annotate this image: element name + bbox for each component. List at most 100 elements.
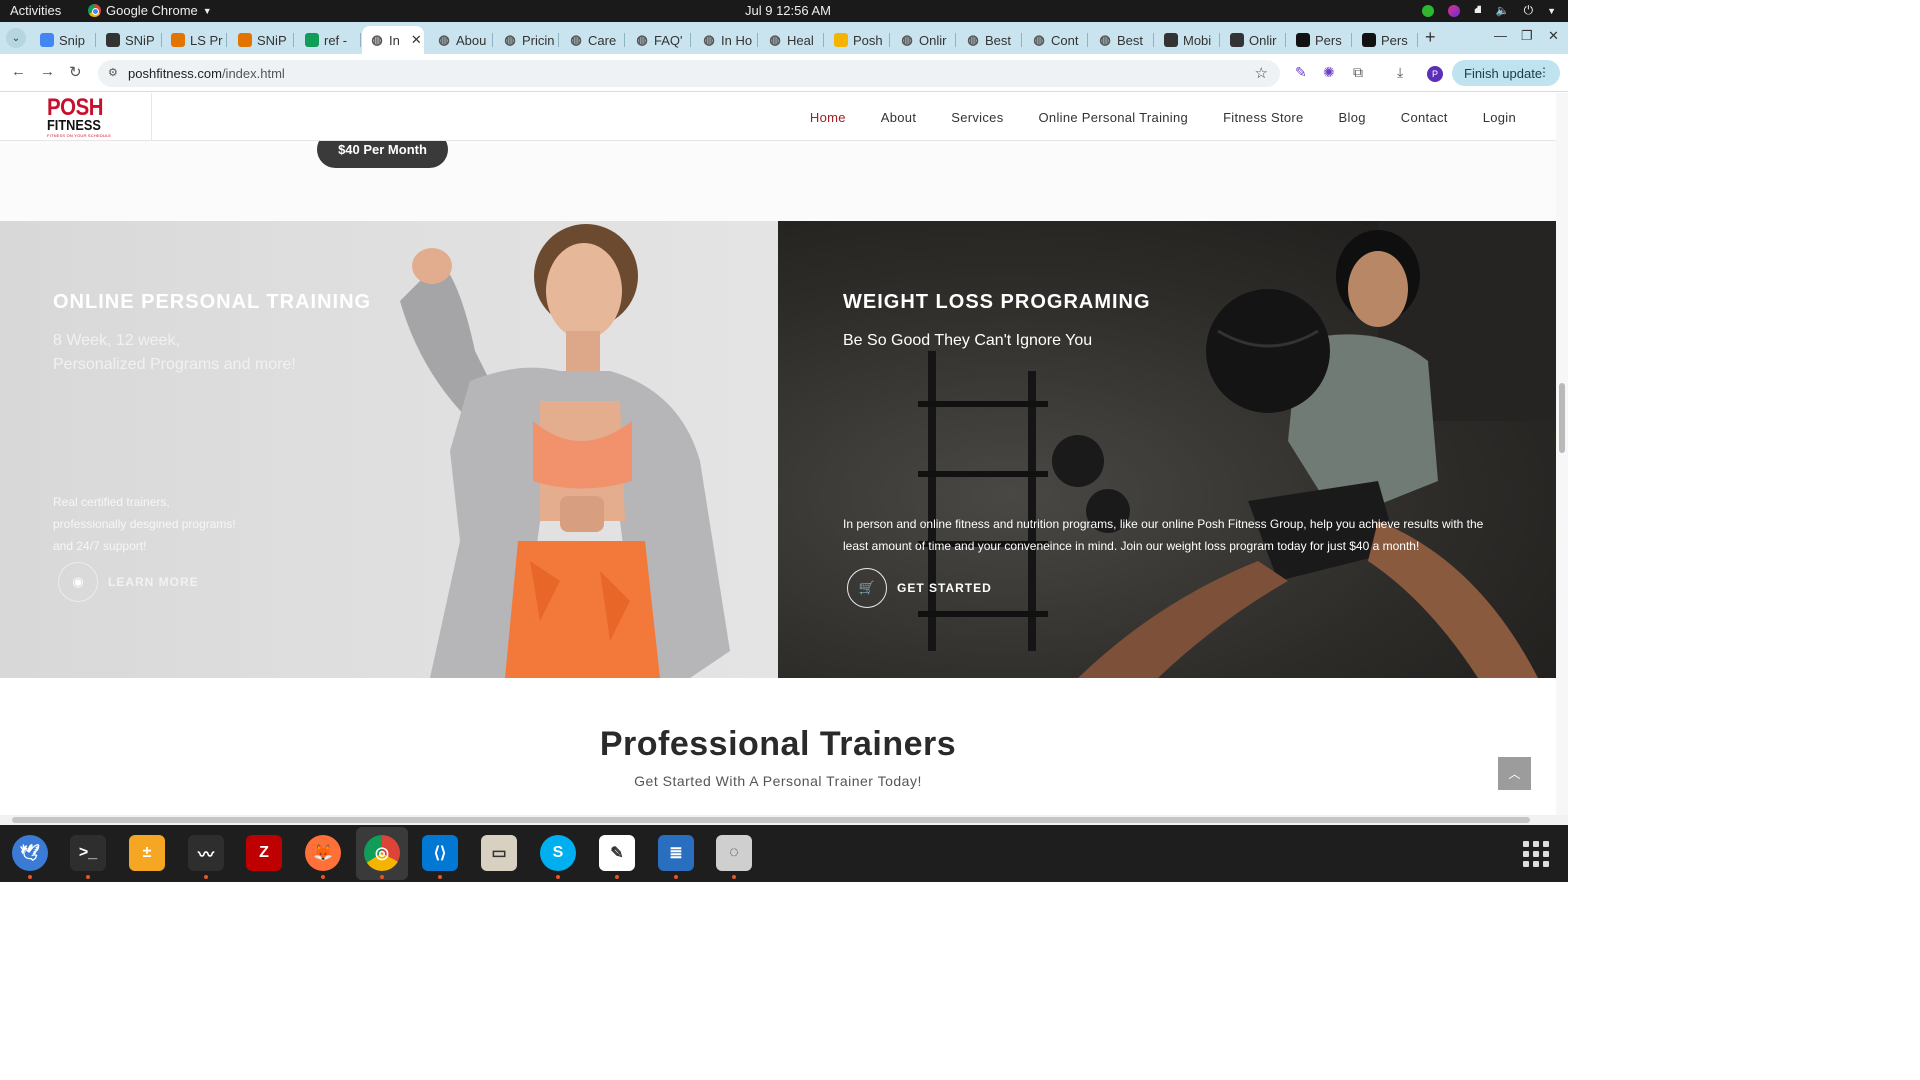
- filezilla-icon[interactable]: Z: [246, 835, 282, 871]
- url-text[interactable]: poshfitness.com/index.html: [128, 66, 285, 81]
- vscode-icon[interactable]: ⟨⟩: [422, 835, 458, 871]
- tab-separator: [1285, 33, 1286, 47]
- browser-tab[interactable]: ◍ Cont: [1024, 26, 1088, 54]
- finish-update-button[interactable]: Finish update ⋮: [1452, 60, 1560, 86]
- nav-login[interactable]: Login: [1483, 110, 1516, 125]
- scroll-to-top-button[interactable]: ︿: [1498, 757, 1531, 790]
- close-window-icon[interactable]: ✕: [1548, 28, 1559, 44]
- nav-contact[interactable]: Contact: [1401, 110, 1448, 125]
- system-tray[interactable]: ⛘ 🔈 ⏻ ▼: [1422, 3, 1556, 18]
- tab-title: Care: [588, 32, 617, 48]
- profile-avatar[interactable]: P: [1427, 66, 1443, 82]
- address-bar[interactable]: ⚙ poshfitness.com/index.html ☆: [98, 60, 1280, 87]
- libreoffice-writer-icon[interactable]: ≣: [658, 835, 694, 871]
- thunderbird-icon[interactable]: 🕊: [12, 835, 48, 871]
- browser-tab[interactable]: Pers: [1288, 26, 1352, 54]
- browser-tab[interactable]: ◍ Abou: [429, 26, 493, 54]
- text-editor-icon[interactable]: ✎: [599, 835, 635, 871]
- firefox-icon[interactable]: 🦊: [305, 835, 341, 871]
- posh-fitness-logo[interactable]: POSH FITNESS FITNESS ON YOUR SCHEDULE: [0, 93, 152, 141]
- system-monitor-icon[interactable]: 〰: [188, 835, 224, 871]
- terminal-icon[interactable]: >_: [70, 835, 106, 871]
- browser-tab[interactable]: ◍ Best: [958, 26, 1022, 54]
- browser-tab[interactable]: Snip: [32, 26, 96, 54]
- back-arrow-icon[interactable]: ←: [11, 63, 26, 80]
- restore-icon[interactable]: ❐: [1521, 28, 1533, 44]
- show-apps-icon[interactable]: [1523, 841, 1549, 867]
- logo-wordmark: FITNESS: [47, 117, 101, 134]
- flower-extension-icon[interactable]: ✺: [1323, 64, 1335, 81]
- scrollbar-thumb[interactable]: [12, 817, 1530, 823]
- new-tab-button[interactable]: +: [1425, 27, 1436, 48]
- browser-tab[interactable]: ◍ Best: [1090, 26, 1154, 54]
- power-icon[interactable]: ⏻: [1524, 3, 1534, 18]
- running-indicator: [86, 875, 90, 879]
- minimize-icon[interactable]: —: [1494, 28, 1507, 43]
- bookmark-star-icon[interactable]: ☆: [1255, 64, 1268, 82]
- calculator-icon[interactable]: ±: [129, 835, 165, 871]
- kebab-menu-icon[interactable]: ⋮: [1538, 65, 1550, 79]
- files-icon[interactable]: ▭: [481, 835, 517, 871]
- running-indicator: [615, 875, 619, 879]
- nav-about[interactable]: About: [881, 110, 916, 125]
- site-info-icon[interactable]: ⚙: [108, 66, 122, 80]
- tab-title: Cont: [1051, 32, 1079, 48]
- nav-blog[interactable]: Blog: [1339, 110, 1366, 125]
- horizontal-scrollbar[interactable]: [0, 815, 1568, 825]
- learn-more-button[interactable]: ◉ LEARN MORE: [58, 562, 199, 602]
- browser-tab[interactable]: ◍ Onlir: [892, 26, 956, 54]
- browser-tab[interactable]: SNiP: [230, 26, 294, 54]
- chrome-icon[interactable]: ◎: [364, 835, 400, 871]
- nav-services[interactable]: Services: [951, 110, 1003, 125]
- shield-check-icon[interactable]: [1422, 4, 1435, 17]
- nav-online-personal-training[interactable]: Online Personal Training: [1039, 110, 1189, 125]
- browser-tab[interactable]: ◍ Care: [561, 26, 625, 54]
- scrollbar-thumb[interactable]: [1559, 383, 1565, 453]
- browser-tab[interactable]: Pers: [1354, 26, 1418, 54]
- network-icon[interactable]: ⛘: [1474, 4, 1482, 18]
- nav-fitness-store[interactable]: Fitness Store: [1223, 110, 1303, 125]
- close-tab-icon[interactable]: ✕: [411, 32, 422, 48]
- tab-separator: [161, 33, 162, 47]
- globe-icon: ◍: [703, 32, 715, 47]
- description-line: professionally desgined programs!: [53, 517, 236, 531]
- tab-title: Onlir: [919, 32, 947, 48]
- forward-arrow-icon[interactable]: →: [40, 63, 55, 80]
- browser-tab[interactable]: ◍ FAQ': [627, 26, 691, 54]
- nav-home[interactable]: Home: [810, 110, 846, 125]
- globe-icon: ◍: [570, 32, 582, 47]
- browser-tab[interactable]: Onlir: [1222, 26, 1286, 54]
- get-started-button[interactable]: 🛒 GET STARTED: [847, 568, 992, 608]
- browser-tab[interactable]: ◍ In Ho: [694, 26, 758, 54]
- panel-description: In person and online fitness and nutriti…: [843, 513, 1543, 557]
- reload-icon[interactable]: ↻: [69, 63, 82, 81]
- activities-button[interactable]: Activities: [10, 3, 61, 18]
- app-menu[interactable]: Google Chrome ▼: [88, 3, 212, 18]
- tab-title: Onlir: [1249, 32, 1277, 48]
- pen-extension-icon[interactable]: ✎: [1295, 64, 1307, 81]
- browser-tab[interactable]: Posh: [826, 26, 890, 54]
- browser-tab[interactable]: ref -: [297, 26, 361, 54]
- ls-logo-icon: [171, 33, 185, 47]
- extensions-puzzle-icon[interactable]: ⧉: [1353, 64, 1363, 81]
- running-indicator: [438, 875, 442, 879]
- chevron-down-icon[interactable]: ▼: [1547, 6, 1556, 16]
- volume-icon[interactable]: 🔈: [1496, 4, 1510, 17]
- globe-icon: ◍: [1033, 32, 1045, 47]
- browser-tab[interactable]: ◍ Pricin: [495, 26, 559, 54]
- logo-tagline: FITNESS ON YOUR SCHEDULE: [47, 133, 112, 138]
- browser-tab[interactable]: ◍ In ✕: [362, 26, 424, 54]
- browser-tab[interactable]: Mobi: [1156, 26, 1220, 54]
- color-app-icon[interactable]: [1448, 4, 1461, 17]
- vertical-scrollbar[interactable]: [1556, 93, 1568, 815]
- disk-utility-icon[interactable]: ◌: [716, 835, 752, 871]
- download-icon[interactable]: ⤓: [1397, 64, 1403, 81]
- cart-icon: 🛒: [847, 568, 887, 608]
- skype-icon[interactable]: S: [540, 835, 576, 871]
- browser-tab[interactable]: SNiP: [98, 26, 162, 54]
- browser-tab[interactable]: LS Pr: [163, 26, 227, 54]
- tab-title: Pricin: [522, 32, 555, 48]
- clock[interactable]: Jul 9 12:56 AM: [745, 3, 831, 18]
- tab-search-button[interactable]: ⌄: [6, 28, 26, 48]
- browser-tab[interactable]: ◍ Heal: [760, 26, 824, 54]
